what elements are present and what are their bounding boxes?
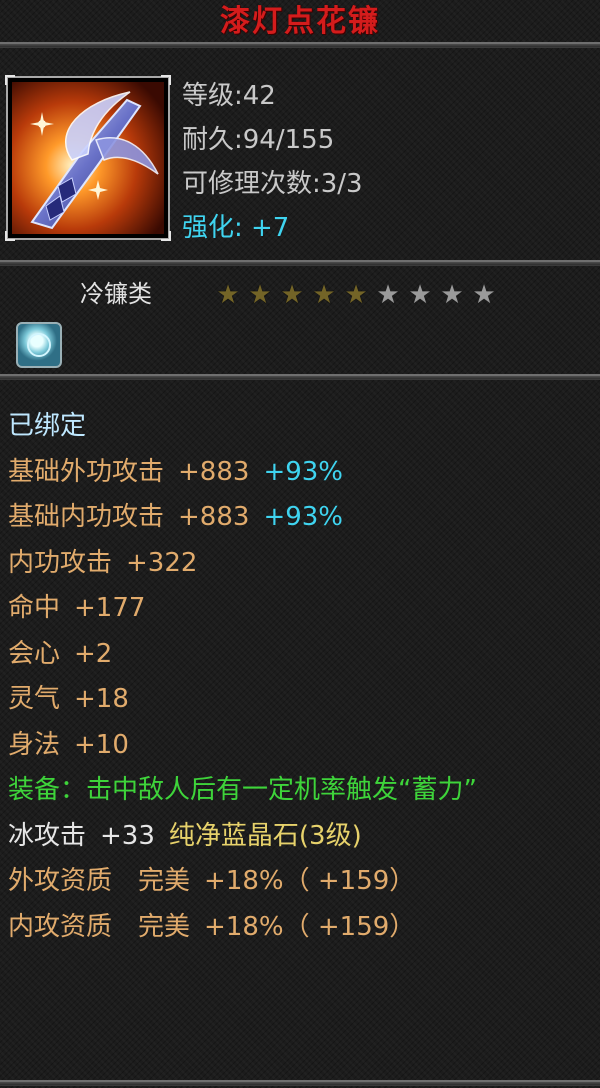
gem-name: 纯净蓝晶石(3级) — [168, 820, 362, 851]
quality-grade: 完美 — [138, 911, 191, 942]
item-stats: 等级:42 耐久:94/155 可修理次数:3/3 强化: +7 — [182, 76, 363, 252]
attr-inner-attack: 内功攻击 +322 — [8, 541, 594, 587]
star-filled-icon: ★ — [248, 280, 272, 310]
attr-label: 身法 — [8, 729, 61, 760]
attr-base-outer-attack: 基础外功攻击 +883 +93% — [8, 450, 594, 496]
attr-agility: 身法 +10 — [8, 723, 594, 769]
attr-value: +883 — [178, 502, 250, 532]
attr-value: +2 — [74, 638, 113, 669]
attr-hit: 命中 +177 — [8, 586, 594, 632]
title-divider — [0, 42, 600, 48]
bottom-divider — [0, 1080, 600, 1086]
scythe-weapon-icon — [12, 82, 164, 234]
item-enhance-level: 强化: +7 — [182, 213, 290, 243]
star-filled-icon: ★ — [216, 280, 240, 310]
weapon-category: 冷镰类 — [80, 280, 152, 308]
star-empty-icon: ★ — [376, 280, 400, 310]
item-icon-frame[interactable] — [5, 75, 171, 241]
equip-effect: 装备：击中敌人后有一定机率触发“蓄力” — [8, 775, 477, 805]
attr-label: 外攻资质 — [8, 866, 113, 896]
star-filled-icon: ★ — [280, 280, 304, 310]
star-empty-icon: ★ — [472, 280, 496, 310]
attr-label: 冰攻击 — [8, 820, 87, 851]
star-filled-icon: ★ — [344, 280, 368, 310]
attribute-list: 已绑定 基础外功攻击 +883 +93% 基础内功攻击 +883 +93% 内功攻击 +3… — [8, 404, 594, 950]
attr-spirit: 灵气 +18 — [8, 677, 594, 723]
star-empty-icon: ★ — [408, 280, 432, 310]
star-filled-icon: ★ — [312, 280, 336, 310]
attr-value: +33 — [100, 820, 155, 851]
quality-grade: 完美 — [138, 866, 191, 896]
attr-label: 灵气 — [8, 684, 61, 714]
attr-ice-attack: 冰攻击 +33 纯净蓝晶石(3级) — [8, 814, 594, 860]
quality-percent: +18% — [204, 911, 284, 942]
attr-value: +883 — [178, 456, 250, 487]
attr-outer-quality: 外攻资质 完美 +18%（ +159） — [8, 859, 594, 905]
item-name: 漆灯点花镰 — [220, 4, 380, 39]
attr-percent: +93% — [263, 502, 344, 532]
star-empty-icon: ★ — [440, 280, 464, 310]
bound-status: 已绑定 — [8, 411, 87, 441]
attr-value: +18 — [74, 684, 129, 714]
star-rating: ★ ★ ★ ★ ★ ★ ★ ★ ★ — [212, 280, 500, 310]
attr-label: 内攻资质 — [8, 911, 113, 942]
quality-percent: +18% — [204, 866, 284, 896]
attr-base-inner-attack: 基础内功攻击 +883 +93% — [8, 495, 594, 541]
attr-label: 命中 — [8, 593, 61, 623]
blue-gem-socket-icon[interactable] — [16, 322, 62, 368]
attr-value: +322 — [126, 547, 198, 578]
attr-inner-quality: 内攻资质 完美 +18%（ +159） — [8, 905, 594, 951]
attr-value: +177 — [74, 593, 146, 623]
attr-label: 会心 — [8, 638, 61, 669]
attr-label: 内功攻击 — [8, 547, 113, 578]
item-durability: 耐久:94/155 — [182, 125, 335, 155]
attr-value: +10 — [74, 729, 129, 760]
attr-percent: +93% — [263, 456, 344, 487]
attributes-divider — [0, 374, 600, 380]
attr-crit: 会心 +2 — [8, 632, 594, 678]
attr-label: 基础内功攻击 — [8, 502, 165, 532]
quality-bonus: （ +159） — [283, 866, 416, 896]
quality-bonus: （ +159） — [283, 911, 416, 942]
item-level: 等级:42 — [182, 81, 276, 111]
attr-label: 基础外功攻击 — [8, 456, 165, 487]
item-repair-count: 可修理次数:3/3 — [182, 169, 363, 199]
header-divider — [0, 260, 600, 266]
